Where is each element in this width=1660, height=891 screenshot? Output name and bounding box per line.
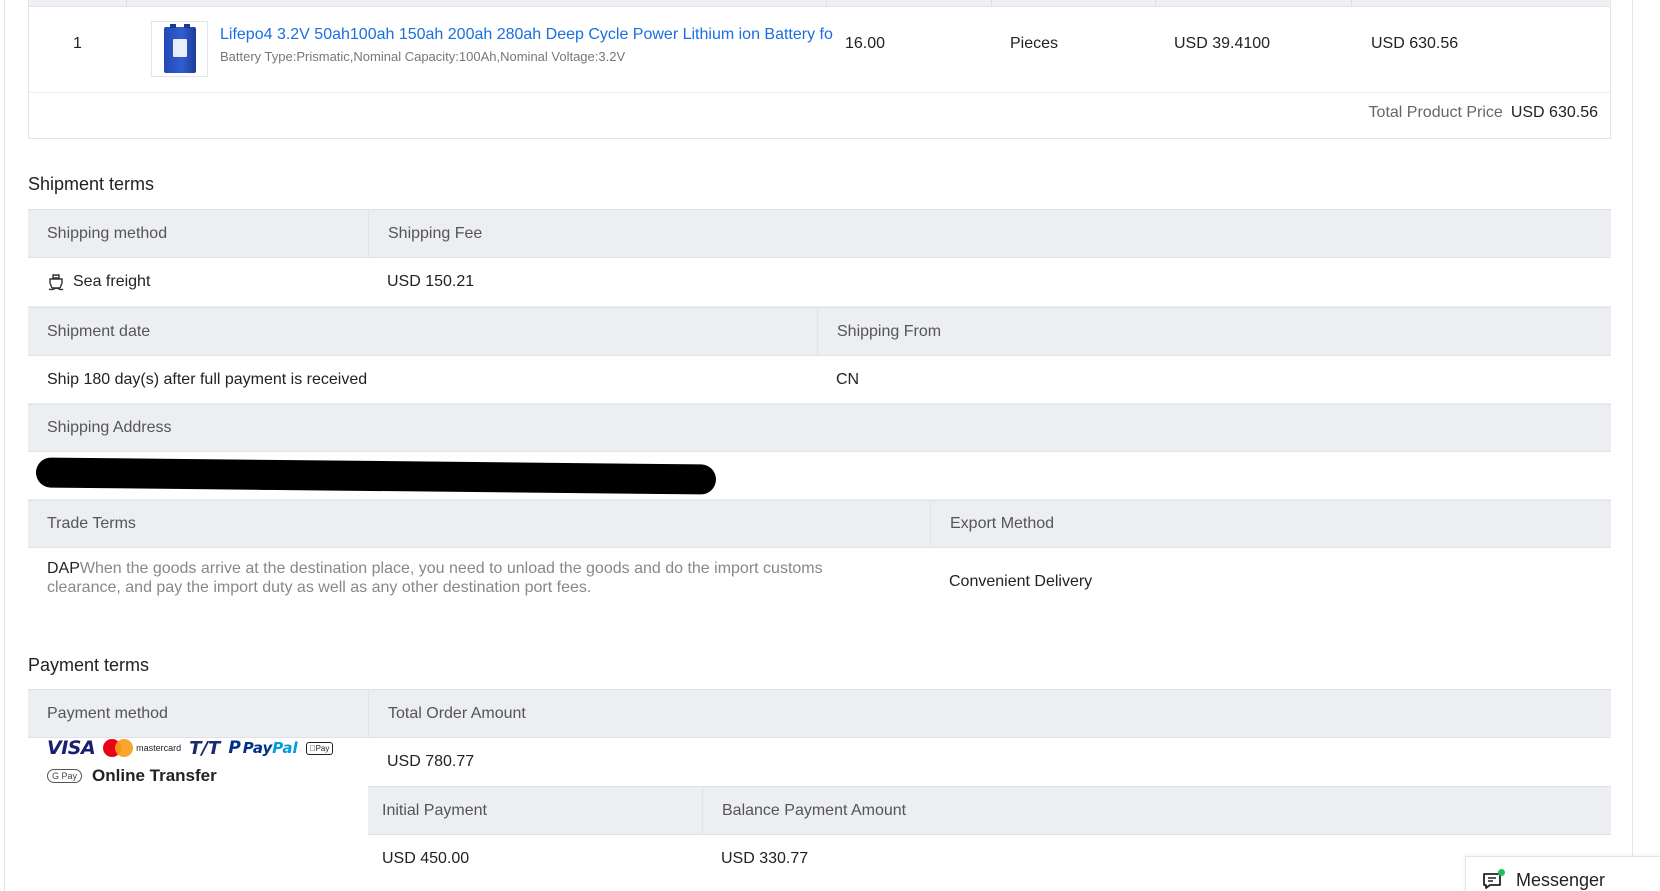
trade-terms-description: When the goods arrive at the destination…	[47, 560, 823, 596]
mastercard-logo-text: mastercard	[136, 743, 182, 753]
shipping-address-header-row: Shipping Address	[28, 404, 1611, 452]
messenger-button[interactable]: Messenger	[1465, 856, 1660, 891]
shipping-from-value: CN	[836, 370, 860, 388]
trade-terms-header-row: Trade Terms Export Method	[28, 500, 1611, 548]
shipment-terms-table: Shipping method Shipping Fee Sea freight…	[28, 209, 1611, 621]
battery-image	[164, 24, 196, 73]
trade-terms-label: Trade Terms	[47, 515, 136, 532]
payment-terms-table: Payment method Total Order Amount USD 78…	[28, 689, 1611, 891]
product-amount: USD 630.56	[1371, 35, 1459, 52]
shipment-date-row: Ship 180 day(s) after full payment is re…	[28, 356, 1611, 404]
shipping-method-value: Sea freight	[73, 273, 151, 290]
trade-terms-value: DAPWhen the goods arrive at the destinat…	[47, 559, 877, 597]
google-pay-logo: G Pay	[47, 769, 83, 783]
total-product-price-value: USD 630.56	[1510, 104, 1598, 121]
left-border	[4, 0, 5, 891]
shipping-from-label: Shipping From	[817, 308, 1611, 355]
online-status-dot	[1498, 869, 1505, 876]
total-order-amount-label: Total Order Amount	[368, 690, 1611, 737]
shipping-fee-value: USD 150.21	[387, 273, 475, 290]
mastercard-icon	[103, 739, 134, 757]
product-index: 1	[73, 35, 82, 52]
product-unit-price: USD 39.4100	[1174, 35, 1271, 52]
total-order-amount-value: USD 780.77	[387, 753, 475, 770]
trade-terms-row: DAPWhen the goods arrive at the destinat…	[28, 548, 1611, 616]
paypal-icon: P	[228, 738, 241, 758]
payment-method-logos: VISA mastercard T/T P PayPal Pay G Pay …	[47, 737, 367, 787]
online-transfer-label: Online Transfer	[92, 766, 217, 785]
payment-terms-title: Payment terms	[28, 655, 150, 675]
payment-method-label: Payment method	[47, 704, 168, 722]
installments-header-row: Initial Payment Balance Payment Amount	[368, 786, 1611, 835]
total-product-price-label: Total Product Price	[1368, 104, 1503, 121]
export-method-label: Export Method	[930, 501, 1611, 547]
paypal-logo: PayPal	[242, 739, 298, 757]
balance-payment-label: Balance Payment Amount	[702, 787, 1611, 834]
product-table: 1 Lifepo4 3.2V 50ah100ah 150ah 200ah 280…	[28, 0, 1611, 139]
shipment-date-label: Shipment date	[47, 322, 151, 340]
shipment-terms-title: Shipment terms	[28, 174, 155, 194]
initial-payment-value: USD 450.00	[382, 850, 470, 867]
installments-row: USD 450.00 USD 330.77	[368, 835, 1611, 883]
product-title-link[interactable]: Lifepo4 3.2V 50ah100ah 150ah 200ah 280ah…	[220, 26, 840, 44]
product-table-header	[29, 0, 1610, 7]
shipping-address-label: Shipping Address	[47, 419, 172, 436]
visa-logo: VISA	[47, 737, 96, 759]
apple-pay-logo: Pay	[305, 741, 334, 755]
shipment-method-row: Sea freight USD 150.21	[28, 258, 1611, 307]
shipping-address-row	[28, 452, 1611, 500]
shipping-method-label: Shipping method	[47, 224, 168, 242]
shipment-date-header-row: Shipment date Shipping From	[28, 307, 1611, 356]
initial-payment-label: Initial Payment	[382, 801, 487, 819]
product-attributes: Battery Type:Prismatic,Nominal Capacity:…	[220, 49, 626, 64]
ship-icon	[48, 274, 64, 291]
trade-terms-code: DAP	[47, 560, 80, 577]
shipment-header-row: Shipping method Shipping Fee	[28, 209, 1611, 258]
order-detail-page: 1 Lifepo4 3.2V 50ah100ah 150ah 200ah 280…	[0, 0, 1660, 891]
product-thumbnail[interactable]	[151, 21, 208, 77]
product-unit: Pieces	[1010, 35, 1059, 52]
product-quantity: 16.00	[845, 35, 886, 52]
total-order-amount-row: USD 780.77	[368, 738, 1611, 786]
messenger-label: Messenger	[1516, 870, 1606, 890]
right-border	[1632, 0, 1633, 891]
total-product-price: Total Product Price USD 630.56	[1369, 104, 1598, 122]
payment-header-row: Payment method Total Order Amount	[28, 689, 1611, 738]
shipment-date-value: Ship 180 day(s) after full payment is re…	[47, 370, 368, 388]
shipping-method-cell: Sea freight	[28, 258, 368, 306]
tt-logo: T/T	[189, 737, 221, 759]
shipping-fee-label: Shipping Fee	[368, 210, 1611, 257]
export-method-value: Convenient Delivery	[949, 573, 1093, 590]
product-row: 1 Lifepo4 3.2V 50ah100ah 150ah 200ah 280…	[29, 7, 1610, 93]
